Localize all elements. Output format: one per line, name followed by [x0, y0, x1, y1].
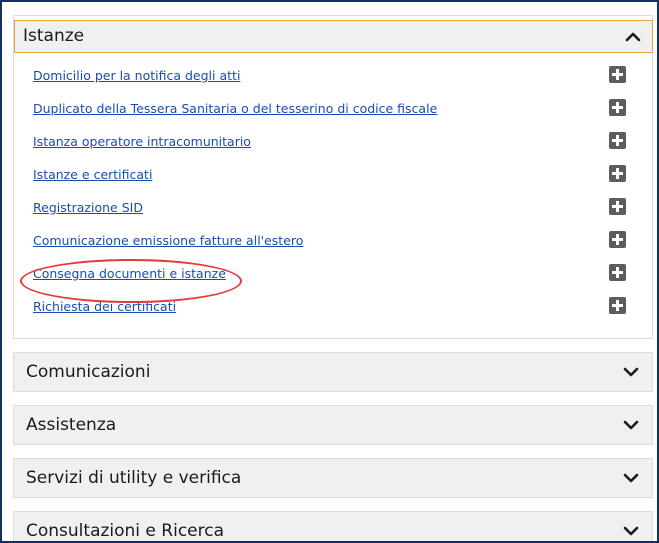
plus-icon[interactable] — [609, 198, 626, 215]
list-item: Registrazione SID — [33, 198, 633, 220]
list-item: Richiesta dei certificati — [33, 297, 633, 319]
accordion-title: Consultazioni e Ricerca — [26, 521, 225, 541]
plus-icon[interactable] — [609, 231, 626, 248]
link-istanze-certificati[interactable]: Istanze e certificati — [33, 167, 152, 182]
chevron-up-icon[interactable] — [622, 26, 644, 48]
link-registrazione-sid[interactable]: Registrazione SID — [33, 200, 143, 215]
plus-icon[interactable] — [609, 264, 626, 281]
list-item: Istanza operatore intracomunitario — [33, 132, 633, 154]
link-domicilio-notifica[interactable]: Domicilio per la notifica degli atti — [33, 68, 240, 83]
chevron-down-icon[interactable] — [620, 467, 642, 489]
chevron-down-icon[interactable] — [620, 414, 642, 436]
link-richiesta-certificati[interactable]: Richiesta dei certificati — [33, 299, 176, 314]
plus-icon[interactable] — [609, 165, 626, 182]
accordion-title: Servizi di utility e verifica — [26, 468, 242, 488]
link-consegna-documenti[interactable]: Consegna documenti e istanze — [33, 266, 226, 281]
list-item: Istanze e certificati — [33, 165, 633, 187]
plus-icon[interactable] — [609, 99, 626, 116]
list-item: Domicilio per la notifica degli atti — [33, 66, 633, 88]
chevron-down-icon[interactable] — [620, 361, 642, 383]
plus-icon[interactable] — [609, 66, 626, 83]
list-item: Consegna documenti e istanze — [33, 264, 633, 286]
accordion-panel-istanze: Istanze Domicilio per la notifica degli … — [13, 15, 653, 339]
accordion-header-servizi-utility[interactable]: Servizi di utility e verifica — [13, 458, 653, 498]
plus-icon[interactable] — [609, 132, 626, 149]
list-item: Comunicazione emissione fatture all'este… — [33, 231, 633, 253]
accordion-header-consultazioni[interactable]: Consultazioni e Ricerca — [13, 511, 653, 542]
link-istanza-operatore[interactable]: Istanza operatore intracomunitario — [33, 134, 251, 149]
chevron-down-icon[interactable] — [620, 520, 642, 542]
accordion-title: Comunicazioni — [26, 362, 151, 382]
link-comunicazione-fatture[interactable]: Comunicazione emissione fatture all'este… — [33, 233, 303, 248]
accordion-title: Istanze — [23, 26, 85, 46]
plus-icon[interactable] — [609, 297, 626, 314]
screenshot-frame: Istanze Domicilio per la notifica degli … — [0, 0, 659, 543]
link-duplicato-tessera[interactable]: Duplicato della Tessera Sanitaria o del … — [33, 101, 437, 116]
accordion-header-istanze[interactable]: Istanze — [14, 20, 653, 53]
list-item: Duplicato della Tessera Sanitaria o del … — [33, 99, 633, 121]
accordion-title: Assistenza — [26, 415, 117, 435]
accordion-header-comunicazioni[interactable]: Comunicazioni — [13, 352, 653, 392]
accordion-header-assistenza[interactable]: Assistenza — [13, 405, 653, 445]
